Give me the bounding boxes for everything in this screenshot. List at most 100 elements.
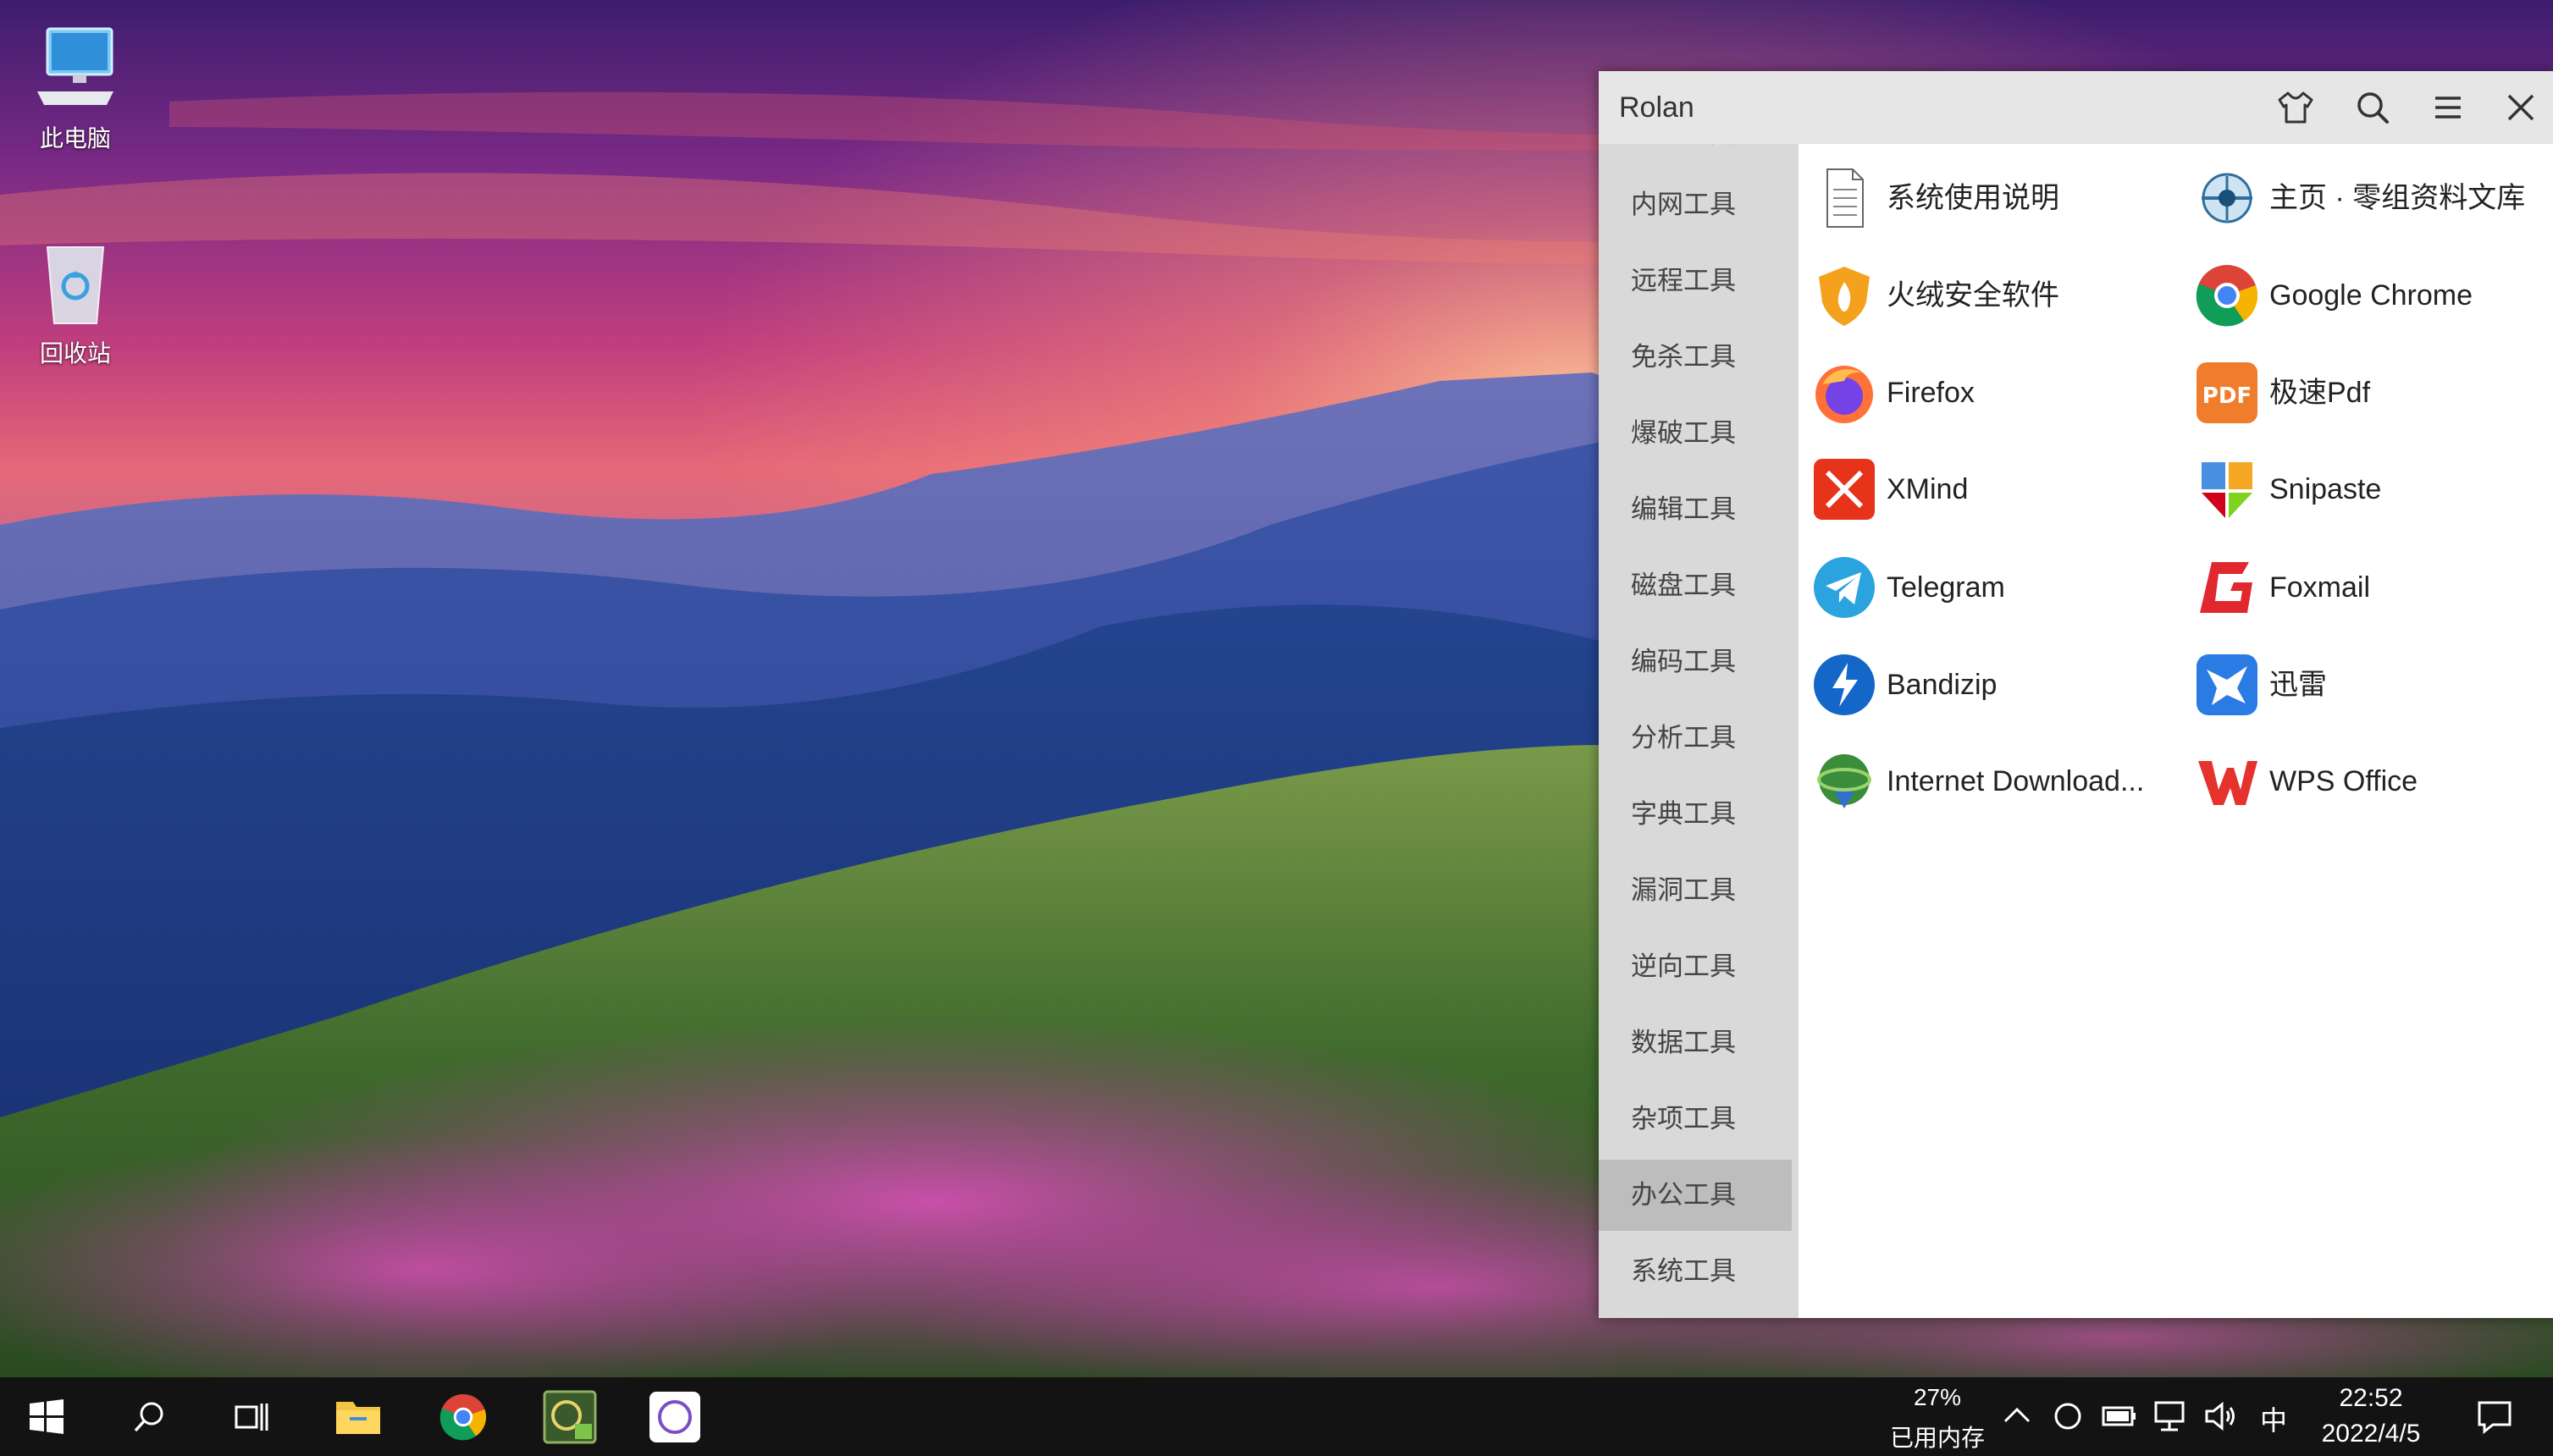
app-item[interactable]: Foxmail <box>2181 549 2553 626</box>
task-view-icon <box>235 1403 268 1431</box>
app-label: 主页 · 零组资料文库 <box>2269 182 2526 214</box>
app-item[interactable]: WPS Office <box>2181 742 2553 820</box>
clock-date[interactable]: 2022/4/5 <box>2303 1420 2439 1448</box>
search-button[interactable] <box>2350 85 2396 130</box>
app-item[interactable]: 迅雷 <box>2181 646 2553 724</box>
taskbar-rolan-button[interactable] <box>628 1377 721 1456</box>
taskbar-app-button[interactable] <box>523 1377 616 1456</box>
title-bar[interactable]: Rolan <box>1599 71 2553 145</box>
category-item[interactable]: 分析工具 <box>1599 703 1799 774</box>
show-hidden-icons-button[interactable] <box>1997 1396 2037 1437</box>
foxmail-icon <box>2193 554 2261 621</box>
desktop-icon-label: 此电脑 <box>39 125 111 152</box>
app-label: Internet Download... <box>1887 765 2145 797</box>
category-item[interactable]: 系统工具 <box>1599 1236 1799 1307</box>
app-label: Bandizip <box>1887 669 1998 701</box>
wps-icon <box>2193 747 2261 815</box>
memory-percent[interactable]: 27% <box>1878 1384 1997 1411</box>
recycle-bin-icon <box>29 235 122 328</box>
xmind-icon <box>1810 455 1878 523</box>
category-item[interactable]: 数据工具 <box>1599 1007 1799 1078</box>
rolan-window: Rolan 流量工具 内网 <box>1599 71 2553 1318</box>
search-icon <box>2357 92 2389 124</box>
app-item[interactable]: Snipaste <box>2181 450 2553 528</box>
desktop-icon-recycle-bin[interactable]: 回收站 <box>12 235 139 369</box>
taskbar: 27% 已用内存 中 22:52 2022/4/5 <box>0 1377 2553 1456</box>
volume-icon <box>2205 1401 2235 1431</box>
notification-center-button[interactable] <box>2474 1396 2515 1437</box>
chrome-icon <box>2193 262 2261 329</box>
clock-time[interactable]: 22:52 <box>2303 1384 2439 1413</box>
file-explorer-icon <box>336 1401 380 1434</box>
svg-text:PDF: PDF <box>2202 383 2252 409</box>
rolan-icon <box>649 1391 700 1442</box>
chevron-up-icon <box>2003 1407 2031 1423</box>
app-icon <box>543 1390 597 1443</box>
firefox-icon <box>1810 359 1878 427</box>
app-item[interactable]: Internet Download... <box>1799 742 2175 820</box>
category-item[interactable]: 编码工具 <box>1599 626 1799 698</box>
skin-icon <box>2278 91 2313 124</box>
tray-circle-button[interactable] <box>2047 1396 2088 1437</box>
app-grid: 系统使用说明 主页 · 零组资料文库 火绒安全软件 Google Chrome … <box>1799 144 2553 1318</box>
idm-icon <box>1810 747 1878 815</box>
desktop-icon-label: 回收站 <box>39 340 111 367</box>
network-icon <box>2154 1401 2185 1431</box>
category-sidebar[interactable]: 流量工具 内网工具 远程工具 免杀工具 爆破工具 编辑工具 磁盘工具 编码工具 … <box>1599 144 1799 1318</box>
taskbar-chrome-button[interactable] <box>417 1377 510 1456</box>
category-item[interactable]: 远程工具 <box>1599 245 1799 317</box>
category-item-active[interactable]: 办公工具 <box>1599 1160 1792 1231</box>
chrome-icon <box>439 1393 487 1440</box>
menu-button[interactable] <box>2425 85 2471 130</box>
app-label: 极速Pdf <box>2269 377 2371 409</box>
snipaste-icon <box>2193 455 2261 523</box>
category-item[interactable]: 杂项工具 <box>1599 1084 1799 1155</box>
task-view-button[interactable] <box>205 1377 298 1456</box>
skin-button[interactable] <box>2273 85 2318 130</box>
ime-indicator[interactable]: 中 <box>2252 1399 2295 1438</box>
window-title: Rolan <box>1619 91 1694 124</box>
start-button[interactable] <box>0 1377 93 1456</box>
app-label: Foxmail <box>2269 571 2371 604</box>
close-button[interactable] <box>2498 85 2544 130</box>
app-item[interactable]: XMind <box>1799 450 2175 528</box>
start-icon <box>30 1398 64 1434</box>
app-label: WPS Office <box>2269 765 2418 797</box>
app-item[interactable]: 火绒安全软件 <box>1799 256 2175 334</box>
category-item[interactable]: 漏洞工具 <box>1599 855 1799 926</box>
category-item[interactable]: 免杀工具 <box>1599 322 1799 393</box>
app-item[interactable]: Google Chrome <box>2181 256 2553 334</box>
zerogroup-logo-icon <box>2193 164 2261 232</box>
pdf-icon: PDF <box>2193 359 2261 427</box>
app-item[interactable]: 主页 · 零组资料文库 <box>2181 159 2553 237</box>
app-label: Google Chrome <box>2269 279 2473 312</box>
close-icon <box>2507 94 2534 121</box>
category-item[interactable]: 流量工具 <box>1599 144 1799 169</box>
app-item[interactable]: Firefox <box>1799 354 2175 432</box>
category-item[interactable]: 编辑工具 <box>1599 474 1799 545</box>
app-item[interactable]: PDF 极速Pdf <box>2181 354 2553 432</box>
file-explorer-button[interactable] <box>312 1377 405 1456</box>
app-label: 迅雷 <box>2269 669 2327 701</box>
telegram-icon <box>1810 554 1878 621</box>
taskbar-search-button[interactable] <box>103 1377 196 1456</box>
category-item[interactable]: 爆破工具 <box>1599 398 1799 469</box>
category-item[interactable]: 内网工具 <box>1599 169 1799 240</box>
desktop-icon-computer[interactable]: 此电脑 <box>12 20 139 154</box>
category-item[interactable]: 磁盘工具 <box>1599 550 1799 621</box>
search-icon <box>134 1402 163 1431</box>
app-label: XMind <box>1887 473 1969 505</box>
app-label: 系统使用说明 <box>1887 182 2059 214</box>
thunder-icon <box>2193 651 2261 719</box>
app-item[interactable]: Bandizip <box>1799 646 2175 724</box>
category-item[interactable]: 字典工具 <box>1599 779 1799 850</box>
circle-icon <box>2054 1403 2081 1430</box>
category-item[interactable]: 逆向工具 <box>1599 931 1799 1002</box>
network-button[interactable] <box>2149 1396 2190 1437</box>
battery-button[interactable] <box>2098 1396 2139 1437</box>
app-label: 火绒安全软件 <box>1887 279 2059 312</box>
volume-button[interactable] <box>2200 1396 2241 1437</box>
app-item[interactable]: 系统使用说明 <box>1799 159 2175 237</box>
computer-icon <box>29 20 122 113</box>
app-item[interactable]: Telegram <box>1799 549 2175 626</box>
